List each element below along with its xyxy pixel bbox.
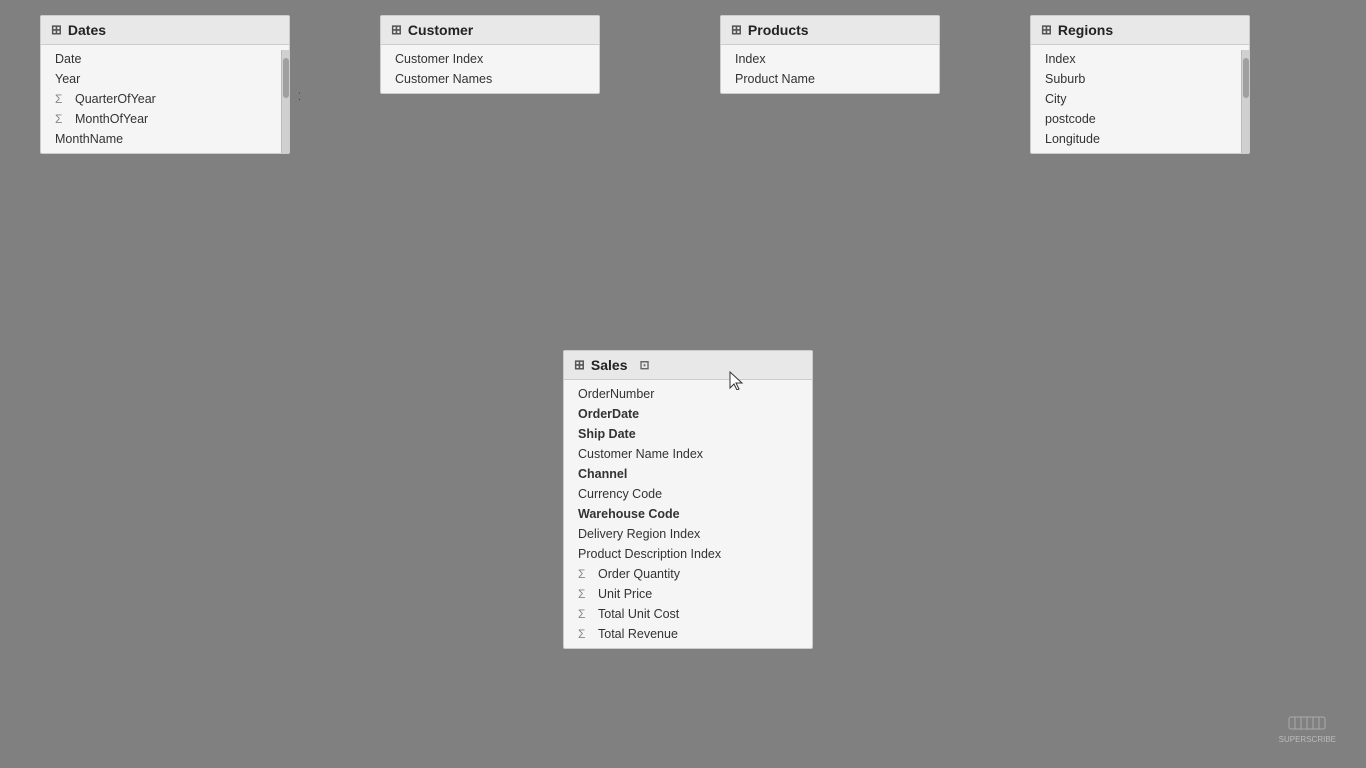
field-index: Index: [721, 49, 939, 69]
field-longitude: Longitude: [1031, 129, 1249, 149]
field-label: Delivery Region Index: [578, 527, 700, 541]
table-icon: ⊞: [51, 22, 62, 38]
products-table-title: Products: [748, 22, 809, 38]
customer-table-header: ⊞ Customer: [381, 16, 599, 45]
field-label: QuarterOfYear: [75, 92, 156, 106]
diagram-canvas: ✱ ✱ ✱ ✱ 1 1 1 1 ⊞ Dates Date Year Σ Quar…: [0, 0, 1366, 768]
customer-table-body: Customer Index Customer Names: [381, 45, 599, 93]
products-table: ⊞ Products Index Product Name: [720, 15, 940, 94]
table-icon: ⊞: [574, 357, 585, 373]
field-index: Index: [1031, 49, 1249, 69]
sigma-icon: Σ: [578, 587, 592, 601]
dates-scrollbar-thumb[interactable]: [283, 58, 289, 98]
field-customernameindex: Customer Name Index: [564, 444, 812, 464]
field-label: Index: [1045, 52, 1076, 66]
field-ordernumber: OrderNumber: [564, 384, 812, 404]
field-unitprice: Σ Unit Price: [564, 584, 812, 604]
field-monthname: MonthName: [41, 129, 289, 149]
field-label: Ship Date: [578, 427, 636, 441]
regions-table-title: Regions: [1058, 22, 1113, 38]
watermark: SUPERSCRIBE: [1279, 712, 1336, 744]
field-label: postcode: [1045, 112, 1096, 126]
field-label: Product Description Index: [578, 547, 721, 561]
field-label: OrderNumber: [578, 387, 654, 401]
field-label: Customer Names: [395, 72, 492, 86]
sigma-icon: Σ: [578, 607, 592, 621]
field-label: Year: [55, 72, 80, 86]
field-warehousecode: Warehouse Code: [564, 504, 812, 524]
field-product-name: Product Name: [721, 69, 939, 89]
field-label: Longitude: [1045, 132, 1100, 146]
field-channel: Channel: [564, 464, 812, 484]
dates-scrollbar[interactable]: [281, 50, 289, 153]
field-label: Warehouse Code: [578, 507, 680, 521]
field-orderdate: OrderDate: [564, 404, 812, 424]
field-date: Date: [41, 49, 289, 69]
dates-table: ⊞ Dates Date Year Σ QuarterOfYear Σ Mont…: [40, 15, 290, 154]
customer-table: ⊞ Customer Customer Index Customer Names: [380, 15, 600, 94]
field-label: MonthOfYear: [75, 112, 148, 126]
field-label: Currency Code: [578, 487, 662, 501]
table-icon: ⊞: [1041, 22, 1052, 38]
sigma-icon: Σ: [578, 567, 592, 581]
field-label: City: [1045, 92, 1067, 106]
field-label: Total Unit Cost: [598, 607, 679, 621]
products-table-body: Index Product Name: [721, 45, 939, 93]
field-label: Suburb: [1045, 72, 1085, 86]
regions-table: ⊞ Regions Index Suburb City postcode Lon…: [1030, 15, 1250, 154]
field-totalrevenue: Σ Total Revenue: [564, 624, 812, 644]
field-city: City: [1031, 89, 1249, 109]
field-orderquantity: Σ Order Quantity: [564, 564, 812, 584]
sigma-icon: Σ: [55, 112, 69, 126]
field-shipdate: Ship Date: [564, 424, 812, 444]
field-customer-index: Customer Index: [381, 49, 599, 69]
field-label: Date: [55, 52, 81, 66]
field-quarterofyear: Σ QuarterOfYear: [41, 89, 289, 109]
field-productdescindex: Product Description Index: [564, 544, 812, 564]
field-label: MonthName: [55, 132, 123, 146]
field-currencycode: Currency Code: [564, 484, 812, 504]
products-table-header: ⊞ Products: [721, 16, 939, 45]
field-label: Order Quantity: [598, 567, 680, 581]
field-label: OrderDate: [578, 407, 639, 421]
field-label: Total Revenue: [598, 627, 678, 641]
table-icon: ⊞: [391, 22, 402, 38]
field-suburb: Suburb: [1031, 69, 1249, 89]
sigma-icon: Σ: [55, 92, 69, 106]
sales-table-title: Sales: [591, 357, 628, 373]
sales-table: ⊞ Sales ⊡ OrderNumber OrderDate Ship Dat…: [563, 350, 813, 649]
regions-scrollbar-thumb[interactable]: [1243, 58, 1249, 98]
regions-scrollbar[interactable]: [1241, 50, 1249, 153]
field-label: Index: [735, 52, 766, 66]
field-monthofyear: Σ MonthOfYear: [41, 109, 289, 129]
field-year: Year: [41, 69, 289, 89]
field-label: Customer Index: [395, 52, 483, 66]
sales-table-body: OrderNumber OrderDate Ship Date Customer…: [564, 380, 812, 648]
regions-table-body: Index Suburb City postcode Longitude: [1031, 45, 1249, 153]
dates-table-header: ⊞ Dates: [41, 16, 289, 45]
regions-table-header: ⊞ Regions: [1031, 16, 1249, 45]
table-icon: ⊞: [731, 22, 742, 38]
sales-table-header: ⊞ Sales ⊡: [564, 351, 812, 380]
field-label: Customer Name Index: [578, 447, 703, 461]
dates-table-title: Dates: [68, 22, 106, 38]
svg-text:1: 1: [298, 89, 300, 103]
field-deliveryregionindex: Delivery Region Index: [564, 524, 812, 544]
field-label: Channel: [578, 467, 627, 481]
field-label: Unit Price: [598, 587, 652, 601]
watermark-text: SUPERSCRIBE: [1279, 735, 1336, 744]
sales-table-icon2: ⊡: [640, 358, 650, 372]
customer-table-title: Customer: [408, 22, 473, 38]
field-label: Product Name: [735, 72, 815, 86]
dates-table-body: Date Year Σ QuarterOfYear Σ MonthOfYear …: [41, 45, 289, 153]
field-postcode: postcode: [1031, 109, 1249, 129]
field-customer-names: Customer Names: [381, 69, 599, 89]
sigma-icon: Σ: [578, 627, 592, 641]
field-totalunitcost: Σ Total Unit Cost: [564, 604, 812, 624]
